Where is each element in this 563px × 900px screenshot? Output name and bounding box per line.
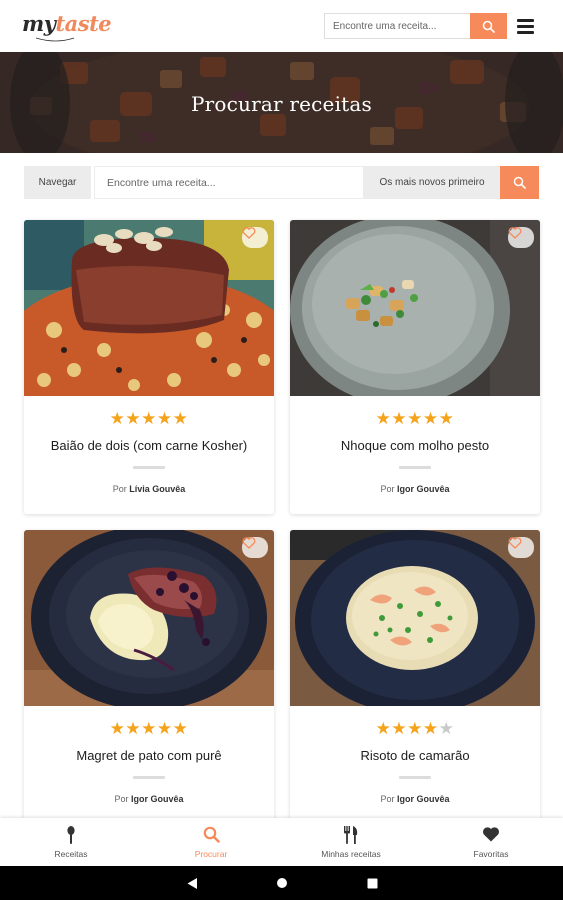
back-icon[interactable] (184, 875, 200, 891)
star-filled-icon: ★ (156, 719, 173, 738)
nav-item-recipes[interactable]: Receitas (1, 818, 141, 866)
hero-banner: Procurar receitas (0, 52, 563, 153)
star-filled-icon: ★ (172, 409, 189, 428)
star-filled-icon: ★ (172, 719, 189, 738)
heart-outline-icon (242, 227, 256, 239)
logo[interactable]: mytaste (22, 8, 112, 44)
search-icon (513, 176, 526, 189)
nav-label: Procurar (194, 849, 228, 859)
star-filled-icon: ★ (141, 719, 157, 738)
recents-icon[interactable] (364, 875, 380, 891)
logo-swash (35, 37, 75, 42)
recipe-search-button[interactable] (500, 166, 539, 199)
nav-label: Favoritas (473, 849, 509, 859)
search-icon (482, 20, 495, 33)
star-filled-icon: ★ (375, 409, 392, 428)
recipe-title: Risoto de camarão (360, 748, 470, 763)
shrimp-risotto-on-navy-plate-image (290, 530, 540, 706)
header-search-input[interactable] (324, 13, 471, 39)
nav-label: Receitas (54, 849, 88, 859)
heart-outline-icon (508, 227, 522, 239)
cutlery-icon (344, 826, 358, 844)
recipe-author: Por Lívia Gouvêa (112, 484, 186, 494)
star-filled-icon: ★ (407, 409, 423, 428)
star-filled-icon: ★ (141, 409, 157, 428)
heart-icon (483, 827, 499, 842)
star-filled-icon: ★ (109, 719, 126, 738)
recipe-card[interactable]: ★★★★★ Nhoque com molho pesto Por Igor Go… (290, 220, 540, 514)
star-filled-icon: ★ (125, 719, 142, 738)
nav-item-favorites[interactable]: Favoritas (421, 818, 561, 866)
star-filled-icon: ★ (375, 719, 392, 738)
recipe-author: Por Igor Gouvêa (114, 794, 184, 804)
star-filled-icon: ★ (125, 409, 142, 428)
nav-item-search[interactable]: Procurar (141, 818, 281, 866)
duck-with-puree-on-navy-plate-image (24, 530, 274, 706)
browse-button[interactable]: Navegar (24, 166, 91, 199)
recipe-author: Por Igor Gouvêa (380, 484, 450, 494)
heart-outline-icon (242, 537, 256, 549)
recipe-author: Por Igor Gouvêa (380, 794, 450, 804)
gnocchi-on-grey-plate-image (290, 220, 540, 396)
header-search-button[interactable] (470, 13, 507, 39)
rating-stars: ★★★★★ (24, 410, 274, 428)
nav-label: Minhas receitas (321, 849, 381, 859)
top-bar: mytaste (0, 0, 563, 52)
recipe-card[interactable]: ★★★★★ Magret de pato com purê Por Igor G… (24, 530, 274, 824)
star-filled-icon: ★ (422, 409, 439, 428)
recipe-title: Baião de dois (com carne Kosher) (50, 438, 248, 453)
star-filled-icon: ★ (422, 719, 439, 738)
recipe-title: Nhoque com molho pesto (340, 438, 490, 453)
bottom-navigation: Receitas Procurar Minhas receitas Favori… (0, 818, 563, 866)
system-navigation-bar (0, 866, 563, 900)
recipe-image (290, 530, 540, 706)
star-empty-icon: ★ (438, 719, 455, 738)
star-filled-icon: ★ (391, 719, 408, 738)
app-screen: mytaste Encontre uma receita... Procurar… (0, 0, 563, 900)
home-icon[interactable] (274, 875, 290, 891)
recipe-card[interactable]: ★★★★★ Baião de dois (com carne Kosher) P… (24, 220, 274, 514)
favorite-button[interactable] (242, 227, 268, 248)
star-filled-icon: ★ (156, 409, 173, 428)
recipe-card[interactable]: ★★★★★ Risoto de camarão Por Igor Gouvêa (290, 530, 540, 824)
search-icon (203, 826, 220, 843)
filter-bar: Navegar Os mais novos primeiro (24, 166, 539, 199)
star-filled-icon: ★ (109, 409, 126, 428)
spoon-icon (67, 826, 75, 844)
divider (133, 776, 165, 779)
recipe-image (290, 220, 540, 396)
favorite-button[interactable] (508, 227, 534, 248)
heart-outline-icon (508, 537, 522, 549)
rating-stars: ★★★★★ (24, 720, 274, 738)
recipe-search-input[interactable] (94, 166, 364, 199)
recipe-image (24, 220, 274, 396)
rating-stars: ★★★★★ (290, 720, 540, 738)
star-filled-icon: ★ (407, 719, 423, 738)
favorite-button[interactable] (508, 537, 534, 558)
favorite-button[interactable] (242, 537, 268, 558)
recipe-image (24, 530, 274, 706)
page-title: Procurar receitas (191, 92, 372, 116)
sort-order-select[interactable]: Os mais novos primeiro (364, 166, 500, 199)
rating-stars: ★★★★★ (290, 410, 540, 428)
steak-over-beans-image (24, 220, 274, 396)
divider (399, 776, 431, 779)
divider (399, 466, 431, 469)
star-filled-icon: ★ (438, 409, 455, 428)
divider (133, 466, 165, 469)
recipe-title: Magret de pato com purê (76, 748, 222, 763)
hamburger-menu-icon[interactable] (515, 15, 537, 37)
star-filled-icon: ★ (391, 409, 408, 428)
nav-item-my-recipes[interactable]: Minhas receitas (281, 818, 421, 866)
